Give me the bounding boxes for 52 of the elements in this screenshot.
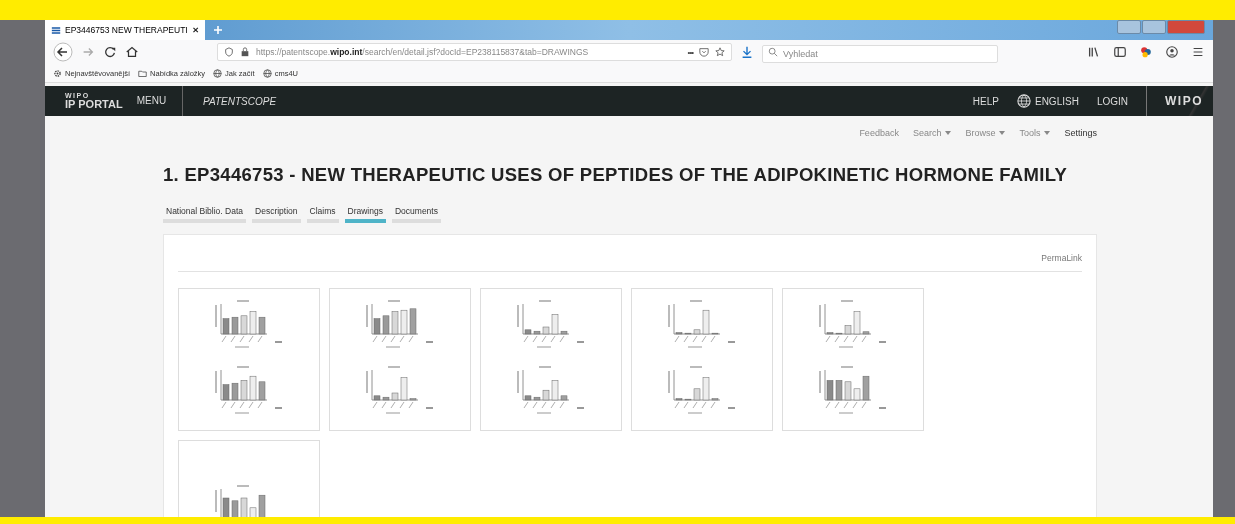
help-link[interactable]: HELP bbox=[972, 95, 999, 107]
home-icon[interactable] bbox=[125, 45, 139, 59]
wipo-logo[interactable]: WIPO bbox=[1146, 86, 1213, 116]
nav-link[interactable]: Browse bbox=[965, 128, 1006, 138]
folder-icon bbox=[138, 68, 148, 78]
globe-icon bbox=[1016, 94, 1031, 108]
maximize-icon[interactable] bbox=[1142, 20, 1166, 34]
nav-link[interactable]: Tools bbox=[1019, 128, 1051, 138]
star-icon[interactable] bbox=[715, 47, 725, 57]
gear-icon bbox=[53, 68, 62, 78]
menu-icon[interactable] bbox=[1191, 45, 1205, 59]
pocket-icon[interactable] bbox=[699, 47, 709, 57]
address-bar[interactable]: https://patentscope.wipo.int/search/en/detail.jsf?docId=EP238115837&tab=DRAWINGS ••• bbox=[217, 43, 732, 61]
reload-icon[interactable] bbox=[103, 45, 117, 59]
page-actions-button[interactable]: ••• bbox=[687, 47, 693, 57]
download-icon[interactable] bbox=[740, 45, 754, 59]
shield-icon bbox=[224, 47, 234, 57]
nav-link[interactable]: Feedback bbox=[859, 128, 899, 138]
page-title: 1. EP3446753 - NEW THERAPEUTIC USES OF PEPTIDES OF THE ADIPOKINETIC HORMONE FAMILY bbox=[163, 164, 1069, 186]
drawing-thumbnail[interactable] bbox=[329, 288, 471, 431]
account-icon[interactable] bbox=[1165, 45, 1179, 59]
library-icon[interactable] bbox=[1087, 45, 1101, 59]
tab[interactable]: Claims bbox=[306, 206, 339, 223]
language-link[interactable]: ENGLISH bbox=[1016, 94, 1079, 108]
search-field[interactable]: Vyhledat bbox=[762, 45, 998, 63]
tab[interactable]: National Biblio. Data bbox=[163, 206, 246, 223]
new-tab-icon[interactable] bbox=[213, 25, 223, 35]
drawing-thumbnail[interactable] bbox=[480, 288, 622, 431]
search-icon bbox=[768, 47, 778, 57]
nav-link[interactable]: Search bbox=[912, 128, 952, 138]
nav-link[interactable]: Settings bbox=[1064, 128, 1097, 138]
tab[interactable]: Drawings bbox=[344, 206, 386, 223]
patentscope-link[interactable]: PATENTSCOPE bbox=[203, 95, 277, 107]
sidebar-icon[interactable] bbox=[1113, 45, 1127, 59]
back-icon[interactable] bbox=[53, 42, 73, 62]
drawing-thumbnail[interactable] bbox=[631, 288, 773, 431]
login-link[interactable]: LOGIN bbox=[1096, 95, 1128, 107]
browser-tab[interactable]: EP3446753 NEW THERAPEUTI bbox=[45, 20, 205, 40]
tab[interactable]: Documents bbox=[391, 206, 441, 223]
globe-icon bbox=[213, 68, 223, 78]
minimize-icon[interactable] bbox=[1117, 20, 1141, 34]
patentscope-logo-icon bbox=[51, 25, 62, 35]
close-tab-icon[interactable] bbox=[191, 26, 199, 34]
permalink-link[interactable]: PermaLink bbox=[1041, 253, 1082, 263]
forward-icon[interactable] bbox=[81, 45, 95, 59]
drawing-thumbnail[interactable] bbox=[782, 288, 924, 431]
lock-icon bbox=[240, 47, 250, 57]
drawing-thumbnail[interactable] bbox=[178, 288, 320, 431]
tab[interactable]: Description bbox=[252, 206, 301, 223]
extension-icon[interactable] bbox=[1139, 45, 1153, 59]
menu-link[interactable]: MENU bbox=[136, 86, 184, 116]
globe-icon bbox=[262, 68, 272, 78]
